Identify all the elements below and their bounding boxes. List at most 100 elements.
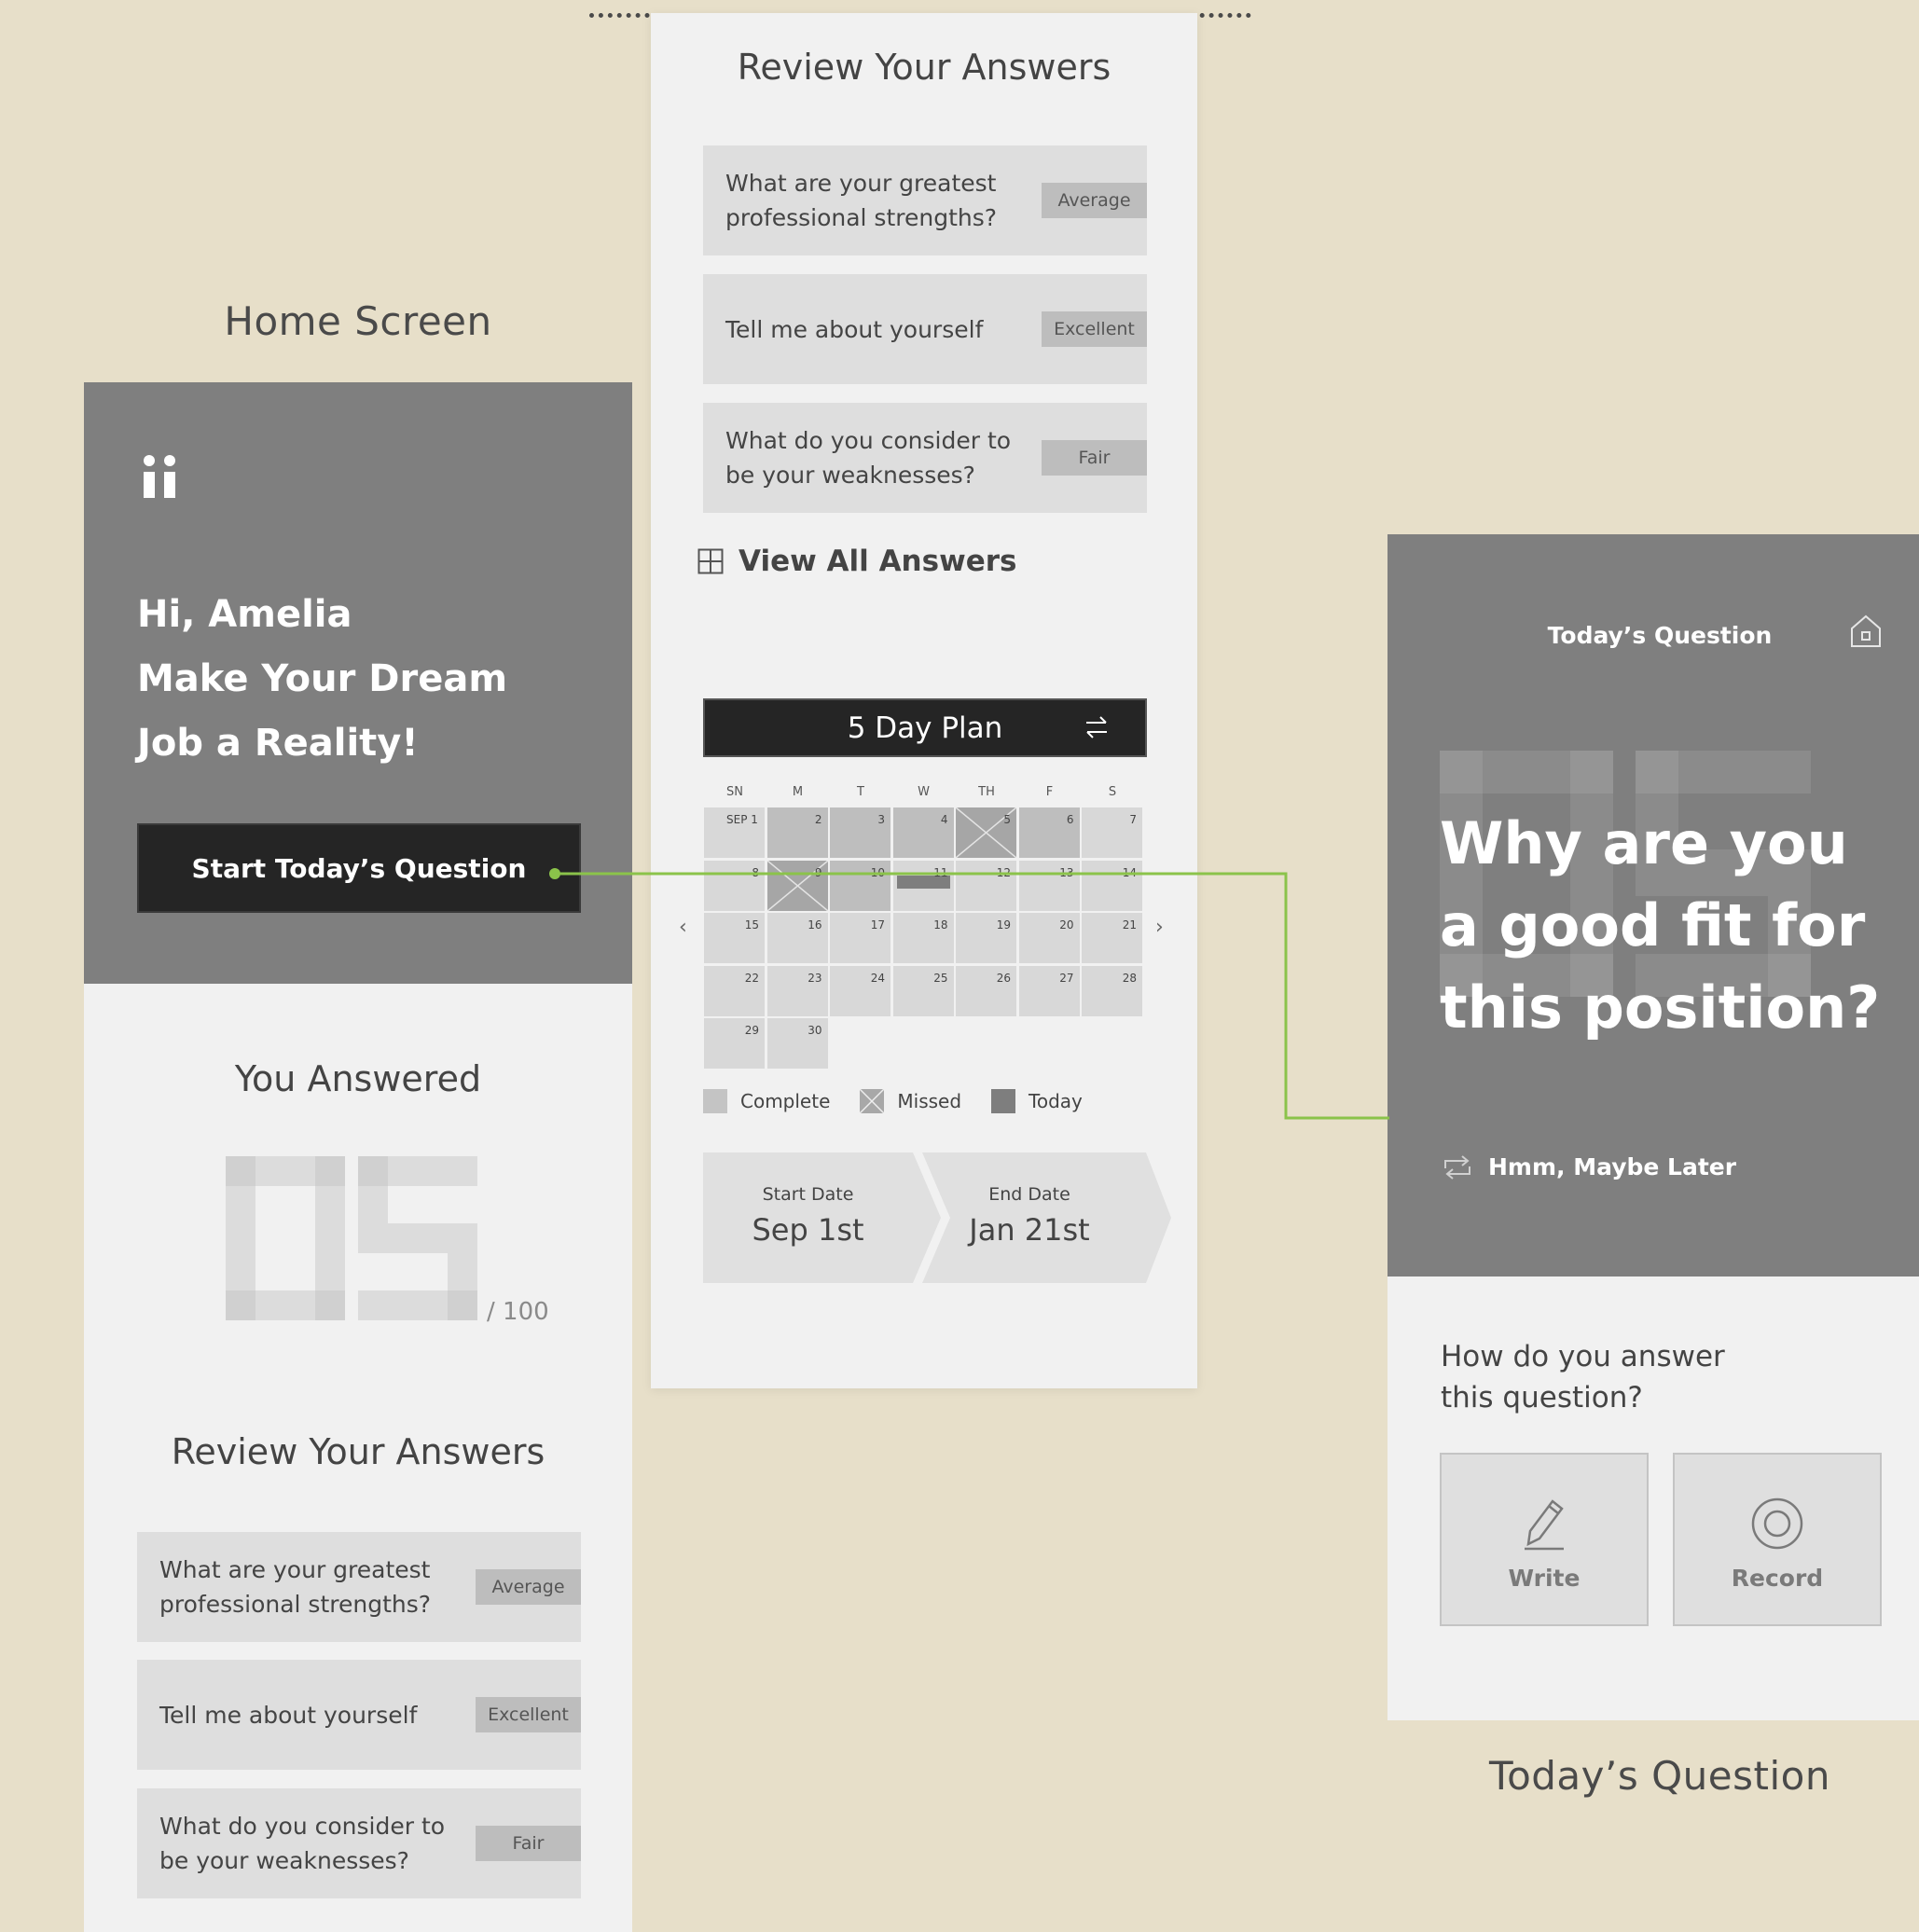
calendar-day-empty[interactable]: 17 [830,913,890,963]
question-hero: Today’s Question Why are you a good fit … [1387,534,1919,1276]
calendar-day-number: 21 [1122,918,1137,932]
home-review-title: Review Your Answers [171,1431,545,1472]
answer-rating-badge: Fair [1042,440,1147,476]
write-option-button[interactable]: Write [1440,1453,1649,1626]
calendar-day-empty[interactable]: 7 [1082,807,1142,858]
todays-question-screen: Today’s Question Why are you a good fit … [1387,534,1919,1720]
write-option-label: Write [1508,1565,1581,1592]
calendar-day-empty[interactable]: 28 [1082,965,1142,1016]
start-date-value: Sep 1st [752,1212,864,1248]
weekday-label: T [857,785,864,799]
legend-missed-swatch [860,1089,885,1113]
plan-date-range: Start Date Sep 1st End Date Jan 21st [703,1152,1179,1283]
calendar-day-number: SEP 1 [726,813,758,826]
answer-card[interactable]: What are your greatest professional stre… [137,1532,581,1642]
calendar-day-number: 20 [1059,918,1074,932]
review-title: Review Your Answers [737,47,1111,88]
calendar-day-number: 11 [933,865,948,879]
calendar-day-complete[interactable]: 6 [1018,807,1080,858]
legend-missed-label: Missed [897,1090,962,1112]
start-date[interactable]: Start Date Sep 1st [703,1152,913,1283]
calendar-day-empty[interactable]: 18 [892,913,954,963]
start-todays-question-button[interactable]: Start Today’s Question [137,823,581,913]
weekday-label: TH [978,785,995,799]
calendar-day-empty[interactable]: 14 [1082,860,1142,911]
weekday-label: F [1045,785,1054,799]
calendar-day-number: 15 [744,918,759,932]
app-logo-icon [142,455,179,502]
weekday-label: W [918,785,930,799]
calendar-day-today[interactable]: 11 [892,860,954,911]
pencil-icon [1525,1499,1564,1551]
calendar-day-empty[interactable]: 29 [704,1018,765,1069]
calendar-day-missed[interactable]: 9 [766,860,828,911]
calendar-day-empty[interactable]: 26 [956,965,1016,1016]
calendar-day-number: 19 [996,918,1011,932]
calendar-day-number: 28 [1122,971,1137,985]
next-month-button[interactable]: › [1155,916,1164,939]
legend-today: Today [991,1089,1083,1113]
end-date-value: Jan 21st [969,1212,1090,1248]
calendar-day-number: 13 [1059,865,1074,879]
end-date[interactable]: End Date Jan 21st [918,1152,1141,1283]
calendar-day-empty[interactable]: 23 [766,965,828,1016]
calendar-day-number: 3 [877,813,885,826]
calendar-day-number: 22 [744,971,759,985]
maybe-later-button[interactable]: Hmm, Maybe Later [1443,1153,1736,1180]
calendar-day-complete[interactable]: 2 [766,807,828,858]
calendar-day-complete[interactable]: 10 [830,860,890,911]
maybe-later-label: Hmm, Maybe Later [1488,1153,1737,1180]
legend-today-label: Today [1029,1090,1083,1112]
calendar-day-number: 25 [933,971,948,985]
calendar-day-empty[interactable]: 22 [704,965,765,1016]
calendar-day-complete[interactable]: 3 [830,807,890,858]
calendar-day-missed[interactable]: 5 [956,807,1016,858]
grid-icon [697,548,724,574]
calendar-day-empty[interactable]: 19 [956,913,1016,963]
answer-question: What do you consider to be your weakness… [725,427,1012,489]
answer-card[interactable]: What do you consider to be your weakness… [703,403,1147,513]
calendar-day-empty[interactable]: 13 [1018,860,1080,911]
home-screen-label: Home Screen [224,298,492,344]
calendar-day-empty[interactable]: 24 [830,965,890,1016]
calendar-day-number: 18 [933,918,948,932]
question-text: Why are you a good fit for this position… [1440,803,1906,1049]
calendar-day-number: 10 [870,865,885,879]
view-all-answers-link[interactable]: View All Answers [697,545,1016,578]
calendar-day-number: 2 [814,813,822,826]
calendar-day-empty[interactable]: 25 [892,965,954,1016]
answer-card[interactable]: What do you consider to be your weakness… [137,1788,581,1898]
legend-complete: Complete [703,1089,830,1113]
calendar-day-number: 4 [940,813,948,826]
question-line: Why are you [1440,809,1848,877]
calendar-day-empty[interactable]: 16 [766,913,828,963]
calendar-day-empty[interactable]: 20 [1018,913,1080,963]
answer-rating-badge: Average [1042,183,1147,218]
calendar-day-empty[interactable]: 30 [766,1018,828,1069]
calendar-day-empty[interactable]: SEP 1 [704,807,765,858]
calendar-day-empty[interactable]: 12 [956,860,1016,911]
calendar-day-empty[interactable]: 27 [1018,965,1080,1016]
answer-card[interactable]: Tell me about yourself Excellent [137,1660,581,1770]
answer-rating-badge: Average [476,1569,581,1605]
calendar-day-empty[interactable]: 15 [704,913,765,963]
weekday-header: SN M T W TH F S [704,785,1148,804]
end-date-label: End Date [988,1184,1070,1205]
five-day-plan-header[interactable]: 5 Day Plan [703,698,1147,757]
record-option-button[interactable]: Record [1673,1453,1882,1626]
answer-card[interactable]: Tell me about yourself Excellent [703,274,1147,384]
answer-rating-badge: Fair [476,1826,581,1861]
answer-question: Tell me about yourself [725,315,984,343]
answer-question: What are your greatest professional stre… [159,1556,432,1618]
answered-count-digits [226,1156,477,1320]
calendar-day-number: 7 [1129,813,1137,826]
calendar-day-empty[interactable]: 8 [704,860,765,911]
prev-month-button[interactable]: ‹ [679,916,687,939]
calendar-day-empty[interactable]: 21 [1082,913,1142,963]
view-all-answers-label: View All Answers [739,545,1017,578]
home-icon[interactable] [1849,614,1883,649]
answered-total: / 100 [487,1298,549,1326]
calendar-day-number: 5 [1003,813,1011,826]
answer-card[interactable]: What are your greatest professional stre… [703,145,1147,255]
calendar-day-complete[interactable]: 4 [892,807,954,858]
